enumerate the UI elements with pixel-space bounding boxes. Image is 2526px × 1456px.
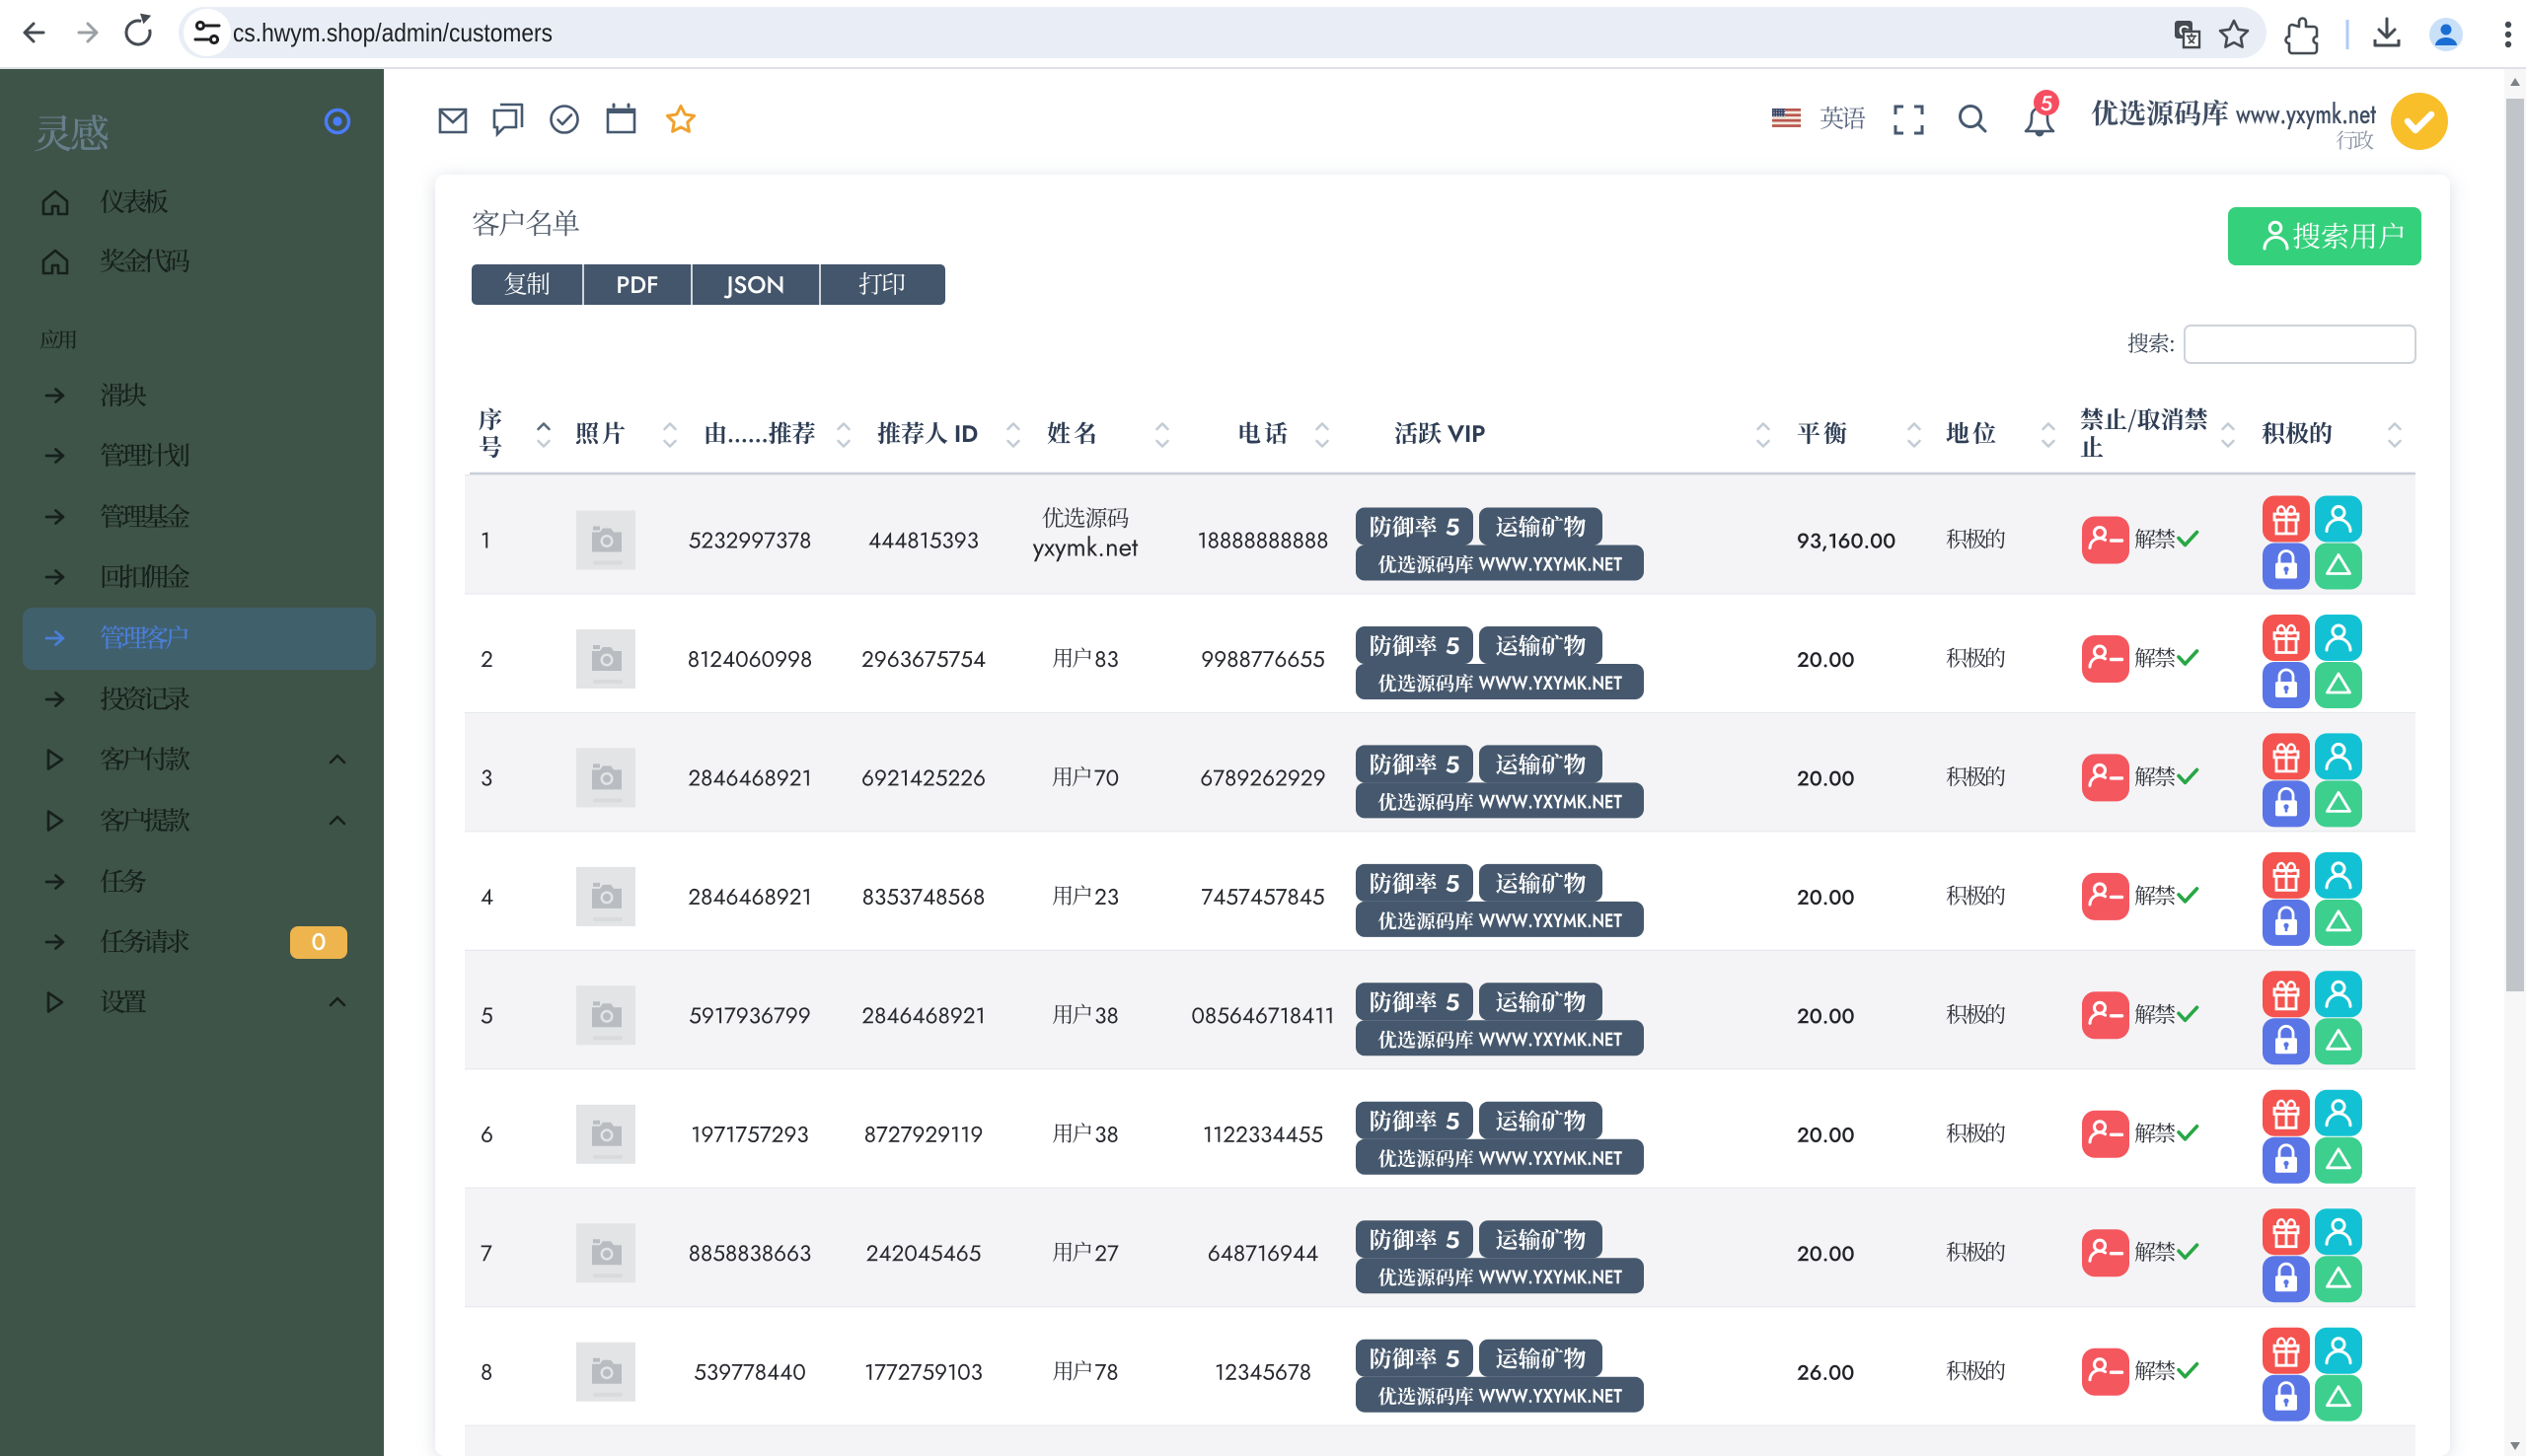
svg-text:cs.hwym.shop/admin/customers: cs.hwym.shop/admin/customers <box>233 18 553 47</box>
